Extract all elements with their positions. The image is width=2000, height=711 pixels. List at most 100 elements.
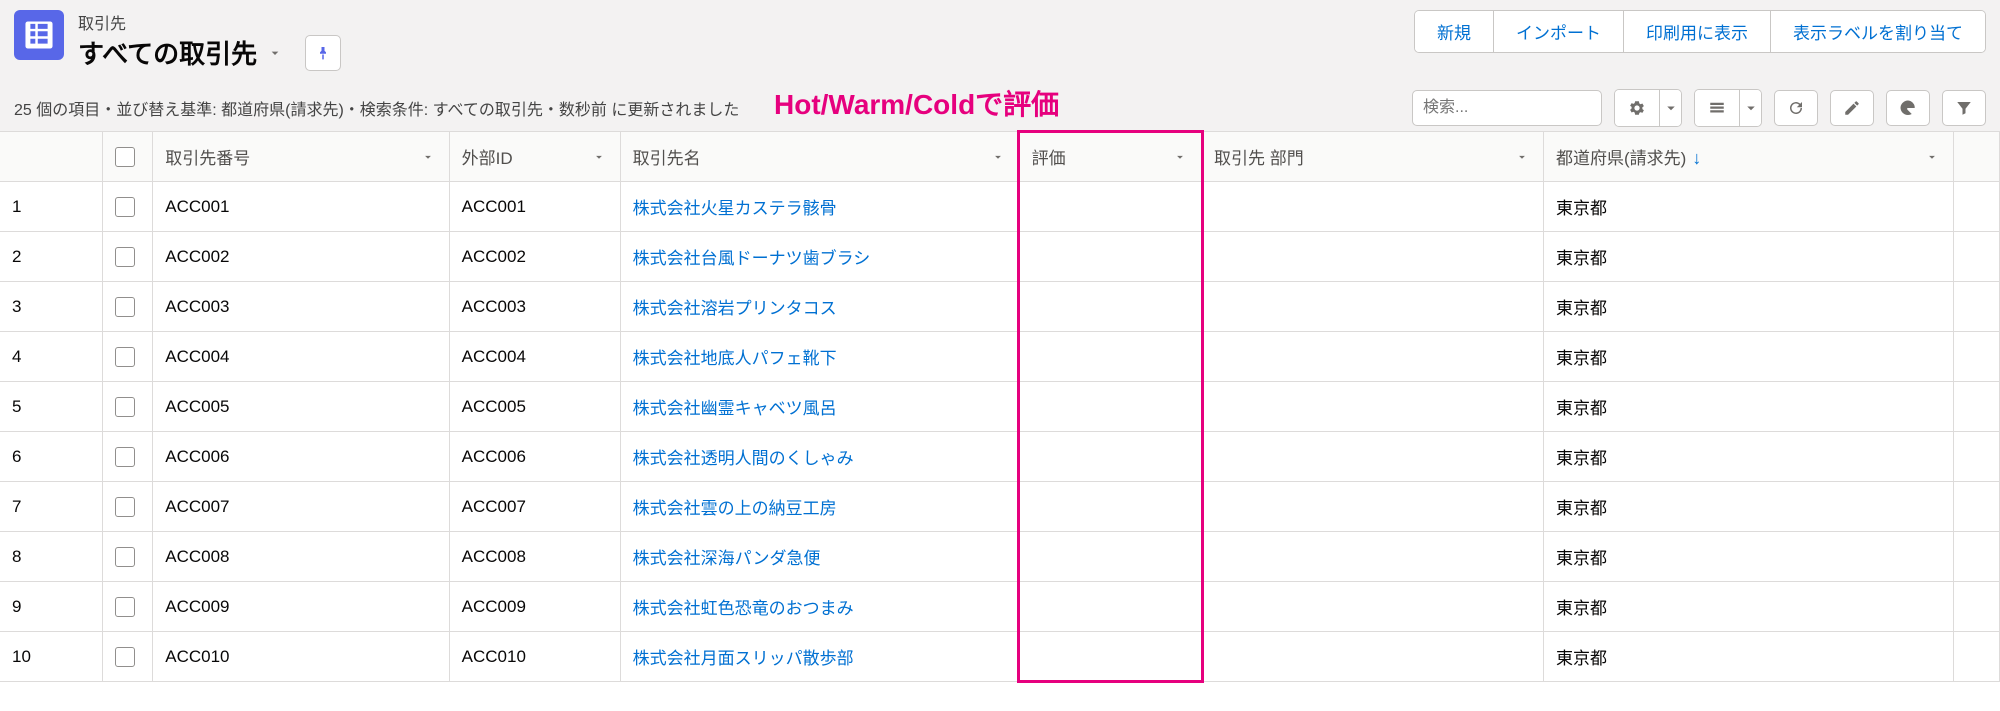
cell-account-name[interactable]: 株式会社幽霊キャベツ風呂: [620, 382, 1019, 432]
chevron-down-icon[interactable]: [1515, 149, 1531, 165]
cell-account-name[interactable]: 株式会社月面スリッパ散歩部: [620, 632, 1019, 682]
cell-account-name[interactable]: 株式会社火星カステラ骸骨: [620, 182, 1019, 232]
cell-external-id: ACC005: [449, 382, 620, 432]
row-checkbox-cell[interactable]: [103, 332, 153, 382]
row-checkbox[interactable]: [115, 397, 135, 417]
table-wrapper: 取引先番号 外部ID 取引先名 評価 取引先 部門: [0, 131, 2000, 682]
table-row[interactable]: 4ACC004ACC004株式会社地底人パフェ靴下東京都: [0, 332, 2000, 382]
cell-account-name[interactable]: 株式会社雲の上の納豆工房: [620, 482, 1019, 532]
filter-funnel-button[interactable]: [1942, 90, 1986, 126]
row-number: 3: [0, 282, 103, 332]
cell-overflow: [1954, 632, 2000, 682]
col-header-checkbox[interactable]: [103, 132, 153, 182]
annotation-text: Hot/Warm/Coldで評価: [774, 83, 1059, 123]
select-all-checkbox[interactable]: [115, 147, 135, 167]
col-header-account-number[interactable]: 取引先番号: [153, 132, 449, 182]
row-checkbox[interactable]: [115, 297, 135, 317]
chevron-down-icon[interactable]: [991, 149, 1007, 165]
col-header-department[interactable]: 取引先 部門: [1202, 132, 1544, 182]
row-checkbox-cell[interactable]: [103, 232, 153, 282]
row-checkbox[interactable]: [115, 497, 135, 517]
row-checkbox-cell[interactable]: [103, 482, 153, 532]
cell-department: [1202, 332, 1544, 382]
row-checkbox-cell[interactable]: [103, 282, 153, 332]
settings-gear-button[interactable]: [1615, 90, 1659, 126]
row-checkbox[interactable]: [115, 597, 135, 617]
table-row[interactable]: 1ACC001ACC001株式会社火星カステラ骸骨東京都: [0, 182, 2000, 232]
row-checkbox-cell[interactable]: [103, 532, 153, 582]
row-checkbox-cell[interactable]: [103, 182, 153, 232]
col-header-account-name[interactable]: 取引先名: [620, 132, 1019, 182]
row-checkbox[interactable]: [115, 197, 135, 217]
chevron-down-icon[interactable]: [421, 149, 437, 165]
col-header-rating[interactable]: 評価: [1019, 132, 1201, 182]
chevron-down-icon[interactable]: [592, 149, 608, 165]
header-label: 都道府県(請求先): [1556, 149, 1686, 168]
table-row[interactable]: 7ACC007ACC007株式会社雲の上の納豆工房東京都: [0, 482, 2000, 532]
chevron-down-icon[interactable]: [1173, 149, 1189, 165]
display-table-button[interactable]: [1695, 90, 1739, 126]
table-row[interactable]: 5ACC005ACC005株式会社幽霊キャベツ風呂東京都: [0, 382, 2000, 432]
cell-account-number: ACC008: [153, 532, 449, 582]
edit-pencil-button[interactable]: [1830, 90, 1874, 126]
settings-caret-button[interactable]: [1659, 90, 1681, 126]
new-button[interactable]: 新規: [1415, 11, 1494, 52]
row-checkbox-cell[interactable]: [103, 382, 153, 432]
import-button[interactable]: インポート: [1494, 11, 1624, 52]
row-checkbox[interactable]: [115, 447, 135, 467]
list-view-picker[interactable]: [263, 41, 287, 65]
row-checkbox[interactable]: [115, 347, 135, 367]
chart-pie-button[interactable]: [1886, 90, 1930, 126]
row-number: 8: [0, 532, 103, 582]
cell-prefecture: 東京都: [1543, 382, 1953, 432]
cell-external-id: ACC004: [449, 332, 620, 382]
col-header-prefecture[interactable]: 都道府県(請求先) ↓: [1543, 132, 1953, 182]
cell-account-number: ACC003: [153, 282, 449, 332]
cell-external-id: ACC003: [449, 282, 620, 332]
cell-account-name[interactable]: 株式会社溶岩プリンタコス: [620, 282, 1019, 332]
table-row[interactable]: 8ACC008ACC008株式会社深海パンダ急便東京都: [0, 532, 2000, 582]
cell-prefecture: 東京都: [1543, 582, 1953, 632]
row-checkbox[interactable]: [115, 247, 135, 267]
row-checkbox-cell[interactable]: [103, 582, 153, 632]
row-checkbox-cell[interactable]: [103, 632, 153, 682]
table-row[interactable]: 10ACC010ACC010株式会社月面スリッパ散歩部東京都: [0, 632, 2000, 682]
cell-external-id: ACC001: [449, 182, 620, 232]
cell-account-number: ACC007: [153, 482, 449, 532]
print-view-button[interactable]: 印刷用に表示: [1624, 11, 1771, 52]
search-input[interactable]: [1412, 90, 1602, 126]
row-checkbox[interactable]: [115, 547, 135, 567]
object-type-label: 取引先: [78, 10, 341, 34]
table-row[interactable]: 3ACC003ACC003株式会社溶岩プリンタコス東京都: [0, 282, 2000, 332]
row-number: 4: [0, 332, 103, 382]
col-header-external-id[interactable]: 外部ID: [449, 132, 620, 182]
cell-account-number: ACC010: [153, 632, 449, 682]
table-row[interactable]: 6ACC006ACC006株式会社透明人間のくしゃみ東京都: [0, 432, 2000, 482]
row-number: 7: [0, 482, 103, 532]
cell-prefecture: 東京都: [1543, 232, 1953, 282]
cell-overflow: [1954, 532, 2000, 582]
row-checkbox[interactable]: [115, 647, 135, 667]
table-row[interactable]: 2ACC002ACC002株式会社台風ドーナツ歯ブラシ東京都: [0, 232, 2000, 282]
sort-desc-icon: ↓: [1692, 148, 1701, 168]
cell-account-name[interactable]: 株式会社深海パンダ急便: [620, 532, 1019, 582]
cell-account-name[interactable]: 株式会社地底人パフェ靴下: [620, 332, 1019, 382]
cell-account-name[interactable]: 株式会社虹色恐竜のおつまみ: [620, 582, 1019, 632]
cell-account-name[interactable]: 株式会社台風ドーナツ歯ブラシ: [620, 232, 1019, 282]
row-checkbox-cell[interactable]: [103, 432, 153, 482]
cell-overflow: [1954, 582, 2000, 632]
pin-list-button[interactable]: [305, 35, 341, 71]
chevron-down-icon[interactable]: [1925, 149, 1941, 165]
refresh-button[interactable]: [1774, 90, 1818, 126]
cell-rating: [1019, 382, 1201, 432]
cell-overflow: [1954, 282, 2000, 332]
cell-overflow: [1954, 182, 2000, 232]
cell-account-number: ACC005: [153, 382, 449, 432]
cell-prefecture: 東京都: [1543, 332, 1953, 382]
cell-account-name[interactable]: 株式会社透明人間のくしゃみ: [620, 432, 1019, 482]
cell-department: [1202, 282, 1544, 332]
assign-label-button[interactable]: 表示ラベルを割り当て: [1771, 11, 1985, 52]
table-row[interactable]: 9ACC009ACC009株式会社虹色恐竜のおつまみ東京都: [0, 582, 2000, 632]
row-number: 5: [0, 382, 103, 432]
display-caret-button[interactable]: [1739, 90, 1761, 126]
